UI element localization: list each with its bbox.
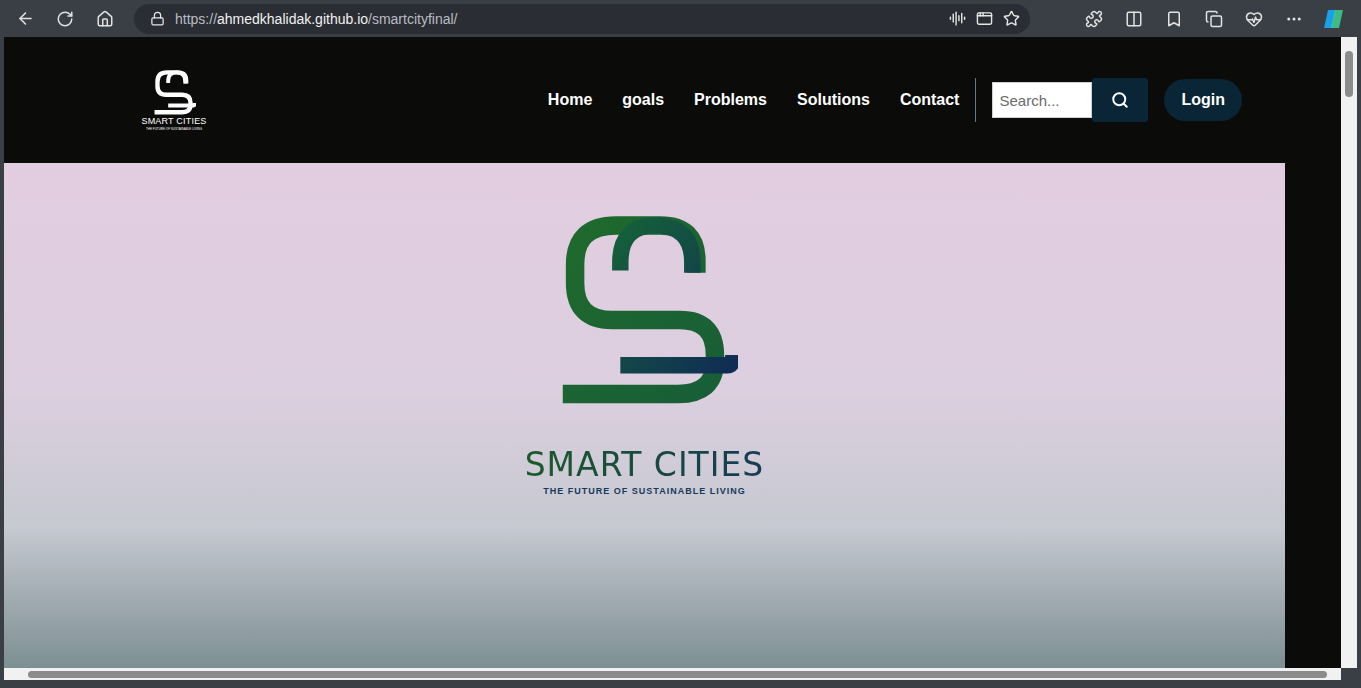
arrow-left-icon xyxy=(16,9,35,28)
browser-window: https://ahmedkhalidak.github.io/smartcit… xyxy=(0,0,1361,688)
lock-icon xyxy=(150,11,165,26)
menu-button[interactable] xyxy=(1277,4,1311,34)
collections-icon xyxy=(1205,10,1223,28)
favorites-button[interactable] xyxy=(1157,4,1191,34)
nav-links: Home goals Problems Solutions Contact xyxy=(548,78,977,122)
nav-link[interactable]: Problems xyxy=(694,91,767,109)
nav-link[interactable]: Contact xyxy=(900,91,960,109)
scroll-thumb[interactable] xyxy=(28,671,1327,678)
favorites-icon xyxy=(1165,10,1183,28)
home-button[interactable] xyxy=(88,4,122,34)
site-navbar: SMART CITIESTHE FUTURE OF SUSTAINABLE LI… xyxy=(4,37,1341,163)
url-text[interactable]: https://ahmedkhalidak.github.io/smartcit… xyxy=(175,11,939,27)
nav-logo[interactable]: SMART CITIESTHE FUTURE OF SUSTAINABLE LI… xyxy=(136,69,212,131)
login-button[interactable]: Login xyxy=(1164,79,1242,121)
nav-link[interactable]: Solutions xyxy=(797,91,870,109)
hero-tagline: THE FUTURE OF SUSTAINABLE LIVING xyxy=(543,486,745,496)
puzzle-icon xyxy=(1085,10,1103,28)
home-icon xyxy=(96,10,114,28)
back-button[interactable] xyxy=(8,4,42,34)
address-bar[interactable]: https://ahmedkhalidak.github.io/smartcit… xyxy=(134,4,1030,34)
reload-icon xyxy=(56,10,74,28)
copilot-button[interactable] xyxy=(1317,4,1351,34)
search-icon xyxy=(1111,91,1129,109)
copilot-icon xyxy=(1322,7,1346,31)
hero-banner: SMART CITIES THE FUTURE OF SUSTAINABLE LI… xyxy=(4,163,1285,668)
performance-button[interactable] xyxy=(1237,4,1271,34)
more-icon xyxy=(1285,10,1303,28)
hero-logo-mark-icon xyxy=(552,211,738,406)
read-aloud-icon[interactable] xyxy=(949,10,966,27)
search-form xyxy=(992,78,1148,122)
horizontal-scrollbar[interactable] xyxy=(4,668,1341,680)
reload-button[interactable] xyxy=(48,4,82,34)
search-input[interactable] xyxy=(992,82,1092,118)
heart-pulse-icon xyxy=(1245,10,1263,28)
app-available-icon[interactable] xyxy=(976,10,993,27)
nav-logo-title: SMART CITIES xyxy=(141,116,206,127)
nav-link[interactable]: goals xyxy=(622,91,664,109)
collections-button[interactable] xyxy=(1197,4,1231,34)
favorite-star-icon[interactable] xyxy=(1003,10,1020,27)
search-button[interactable] xyxy=(1092,78,1148,122)
nav-logo-tagline: THE FUTURE OF SUSTAINABLE LIVING xyxy=(146,127,202,131)
split-screen-icon xyxy=(1125,10,1143,28)
vertical-scrollbar[interactable] xyxy=(1341,37,1357,668)
nav-logo-mark-icon xyxy=(152,69,196,115)
web-page: SMART CITIESTHE FUTURE OF SUSTAINABLE LI… xyxy=(4,37,1341,668)
nav-link[interactable]: Home xyxy=(548,91,592,109)
scroll-thumb[interactable] xyxy=(1345,51,1353,97)
extensions-button[interactable] xyxy=(1077,4,1111,34)
hero-title: SMART CITIES xyxy=(525,446,765,484)
browser-toolbar: https://ahmedkhalidak.github.io/smartcit… xyxy=(0,0,1361,37)
split-screen-button[interactable] xyxy=(1117,4,1151,34)
